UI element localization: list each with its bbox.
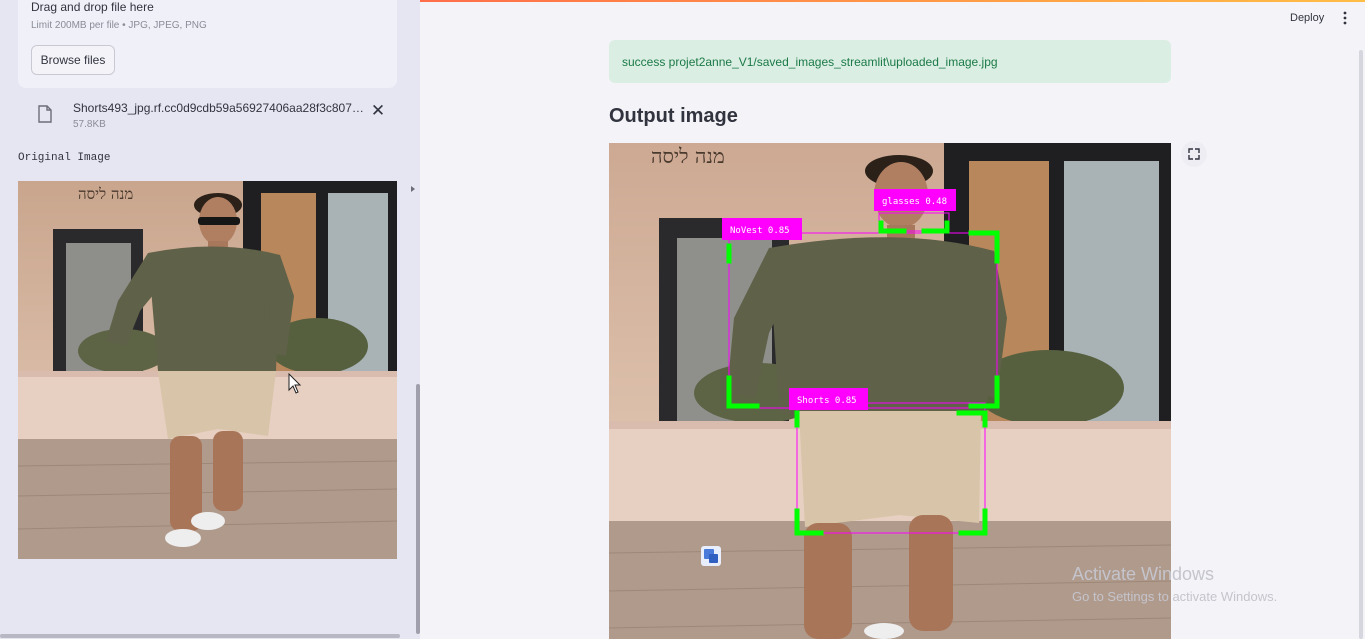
activate-windows-subtitle: Go to Settings to activate Windows. — [1072, 589, 1278, 604]
browse-files-button[interactable]: Browse files — [31, 45, 115, 75]
sidebar-horizontal-scrollbar[interactable] — [0, 634, 400, 638]
more-menu-icon[interactable] — [1340, 11, 1350, 25]
deploy-button[interactable]: Deploy — [1290, 12, 1324, 24]
success-alert: success projet2anne_V1/saved_images_stre… — [609, 40, 1171, 83]
activate-windows-title: Activate Windows — [1072, 564, 1215, 584]
original-image: מנה ליסה — [18, 181, 397, 559]
detection-label-novest: NoVest 0.85 — [722, 218, 802, 240]
main-scrollbar[interactable] — [1359, 50, 1363, 639]
sidebar-scrollbar[interactable] — [416, 384, 420, 634]
sidebar: Drag and drop file here Limit 200MB per … — [0, 0, 420, 639]
upload-limit-text: Limit 200MB per file • JPG, JPEG, PNG — [31, 20, 207, 31]
detection-label-text: Shorts 0.85 — [797, 396, 857, 406]
uploaded-file-size: 57.8KB — [73, 119, 106, 130]
chevron-right-icon[interactable] — [408, 182, 420, 198]
storefront-sign: מנה ליסה — [651, 144, 725, 168]
fullscreen-button[interactable] — [1181, 141, 1207, 167]
mouse-cursor-icon — [288, 373, 302, 394]
original-image-label: Original Image — [18, 152, 111, 164]
storefront-sign: מנה ליסה — [78, 185, 133, 203]
detection-label-shorts: Shorts 0.85 — [789, 388, 868, 410]
drop-text: Drag and drop file here — [31, 0, 154, 14]
detection-label-text: glasses 0.48 — [882, 197, 947, 207]
success-message: success projet2anne_V1/saved_images_stre… — [622, 55, 998, 69]
file-icon — [38, 105, 52, 123]
expand-icon — [1188, 148, 1200, 160]
remove-file-icon[interactable]: ✕ — [370, 102, 386, 119]
file-uploader-dropzone[interactable]: Drag and drop file here Limit 200MB per … — [18, 0, 397, 88]
uploaded-file-row: Shorts493_jpg.rf.cc0d9cdb59a56927406aa28… — [18, 95, 397, 133]
translate-icon[interactable] — [701, 546, 721, 566]
detection-label-text: NoVest 0.85 — [730, 226, 790, 236]
uploaded-file-name: Shorts493_jpg.rf.cc0d9cdb59a56927406aa28… — [73, 101, 368, 115]
detection-label-glasses: glasses 0.48 — [874, 189, 956, 211]
output-image-heading: Output image — [609, 105, 738, 127]
